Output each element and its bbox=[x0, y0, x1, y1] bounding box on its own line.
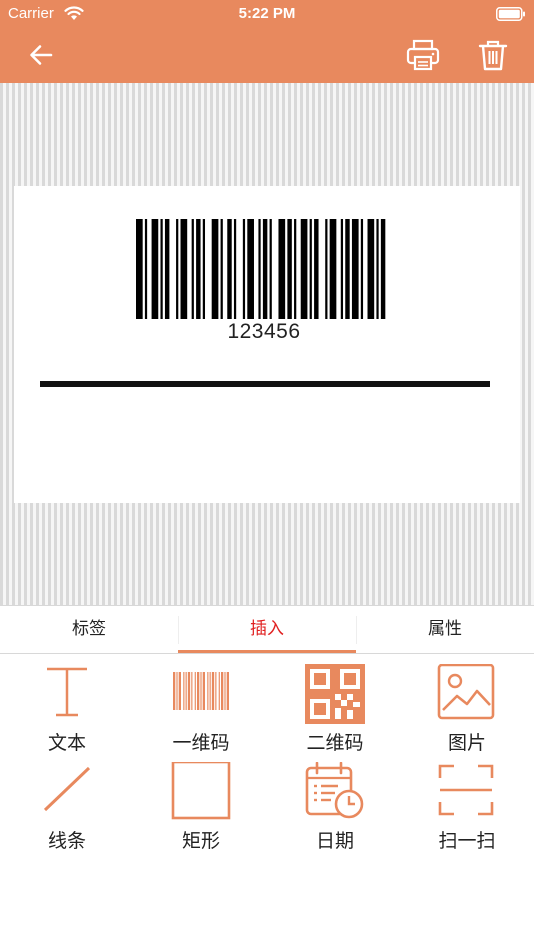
tool-label: 二维码 bbox=[306, 732, 364, 754]
qrcode-icon bbox=[305, 664, 365, 724]
barcode-icon-bar bbox=[207, 672, 209, 710]
barcode-icon-bar bbox=[224, 672, 226, 710]
barcode-icon-bar bbox=[187, 672, 191, 710]
barcode-bar bbox=[380, 219, 386, 319]
barcode-bar bbox=[144, 219, 148, 319]
tool-date[interactable]: 日期 bbox=[268, 761, 402, 854]
barcode-icon-bar bbox=[176, 672, 178, 710]
barcode-bar bbox=[269, 219, 272, 319]
barcode-bar bbox=[191, 219, 194, 319]
tool-label: 矩形 bbox=[181, 830, 220, 852]
barcode-bar bbox=[242, 219, 246, 319]
barcode-bar bbox=[211, 219, 219, 319]
barcode-icon-bar bbox=[173, 672, 176, 710]
back-arrow-icon[interactable] bbox=[24, 38, 60, 72]
barcode-icon bbox=[171, 664, 231, 724]
barcode-bar bbox=[294, 219, 297, 319]
barcode-bar bbox=[258, 219, 261, 319]
barcode-bar bbox=[176, 219, 179, 319]
barcode-bar bbox=[262, 219, 268, 319]
barcode-icon-bar bbox=[226, 672, 229, 710]
tool-qrcode[interactable]: 二维码 bbox=[268, 664, 402, 756]
barcode-icon-bar bbox=[200, 672, 202, 710]
barcode-bar bbox=[196, 219, 201, 319]
barcode-icon-bar bbox=[183, 672, 185, 710]
barcode-bar bbox=[367, 219, 375, 319]
barcode-element[interactable] bbox=[136, 219, 392, 319]
barcode-bar bbox=[164, 219, 170, 319]
tool-rectangle[interactable]: 矩形 bbox=[134, 760, 268, 854]
printer-icon[interactable] bbox=[404, 38, 442, 72]
tool-barcode[interactable]: 一维码 bbox=[134, 664, 268, 756]
tool-line[interactable]: 线条 bbox=[0, 762, 134, 854]
barcode-bar bbox=[247, 219, 254, 319]
barcode-icon-bar bbox=[211, 672, 215, 710]
barcode-bar bbox=[345, 219, 350, 319]
tool-label: 扫一扫 bbox=[438, 830, 496, 852]
barcode-icon-bar bbox=[215, 672, 217, 710]
barcode-bar bbox=[180, 219, 188, 319]
image-icon bbox=[437, 663, 497, 724]
tool-label: 图片 bbox=[447, 732, 486, 754]
tool-label: 线条 bbox=[47, 830, 86, 852]
barcode-value-text: 123456 bbox=[227, 320, 301, 343]
barcode-icon-bar bbox=[209, 672, 211, 710]
barcode-icon-bar bbox=[197, 672, 200, 710]
scan-icon bbox=[437, 762, 497, 822]
barcode-bar bbox=[325, 219, 328, 319]
barcode-bar bbox=[376, 219, 379, 319]
barcode-bar bbox=[314, 219, 319, 319]
barcode-bar bbox=[300, 219, 308, 319]
top-bar: Carrier 5:22 PM bbox=[0, 0, 534, 83]
battery-icon bbox=[496, 7, 526, 25]
active-tab-indicator bbox=[178, 650, 356, 653]
tool-image[interactable]: 图片 bbox=[400, 663, 534, 756]
clock: 5:22 PM bbox=[238, 5, 296, 22]
barcode-icon-bar bbox=[178, 672, 181, 710]
editor-tabs: 标签 插入 属性 bbox=[0, 605, 534, 654]
barcode-bar bbox=[220, 219, 223, 319]
barcode-bar bbox=[309, 219, 312, 319]
barcode-bar bbox=[227, 219, 232, 319]
line-icon bbox=[37, 762, 97, 822]
barcode-icon-bar bbox=[191, 672, 193, 710]
tab-insert[interactable]: 插入 bbox=[178, 606, 356, 653]
tool-scan[interactable]: 扫一扫 bbox=[400, 762, 534, 854]
barcode-icon-bar bbox=[221, 672, 224, 710]
barcode-icon-bar bbox=[194, 672, 196, 710]
tool-label: 文本 bbox=[47, 732, 86, 754]
line-element[interactable] bbox=[40, 381, 490, 387]
barcode-bar bbox=[287, 219, 292, 319]
barcode-icon-bar bbox=[185, 672, 187, 710]
rectangle-icon bbox=[171, 760, 231, 822]
barcode-bar bbox=[160, 219, 163, 319]
calendar-icon bbox=[305, 761, 365, 822]
barcode-icon-bar bbox=[202, 672, 205, 710]
tool-label: 一维码 bbox=[172, 732, 230, 754]
barcode-bar bbox=[136, 219, 143, 319]
tool-text[interactable]: 文本 bbox=[0, 664, 134, 756]
label-sheet[interactable]: 123456 bbox=[14, 186, 520, 503]
trash-icon[interactable] bbox=[476, 38, 510, 72]
label-canvas-area: 123456 bbox=[0, 83, 534, 605]
text-icon bbox=[37, 664, 97, 724]
tab-label[interactable]: 标签 bbox=[0, 606, 178, 653]
status-bar: Carrier 5:22 PM bbox=[0, 0, 534, 30]
barcode-icon-bar bbox=[218, 672, 220, 710]
barcode-bar bbox=[329, 219, 337, 319]
barcode-bar bbox=[278, 219, 286, 319]
screen: Carrier 5:22 PM 123456 标签 插入 属性 文本 一维码 二… bbox=[0, 0, 534, 950]
barcode-bar bbox=[360, 219, 364, 319]
barcode-bar bbox=[151, 219, 159, 319]
tab-properties[interactable]: 属性 bbox=[356, 606, 534, 653]
tool-label: 日期 bbox=[315, 830, 354, 852]
barcode-bar bbox=[202, 219, 206, 319]
barcode-bar bbox=[340, 219, 344, 319]
barcode-bar bbox=[351, 219, 359, 319]
barcode-bar bbox=[233, 219, 237, 319]
